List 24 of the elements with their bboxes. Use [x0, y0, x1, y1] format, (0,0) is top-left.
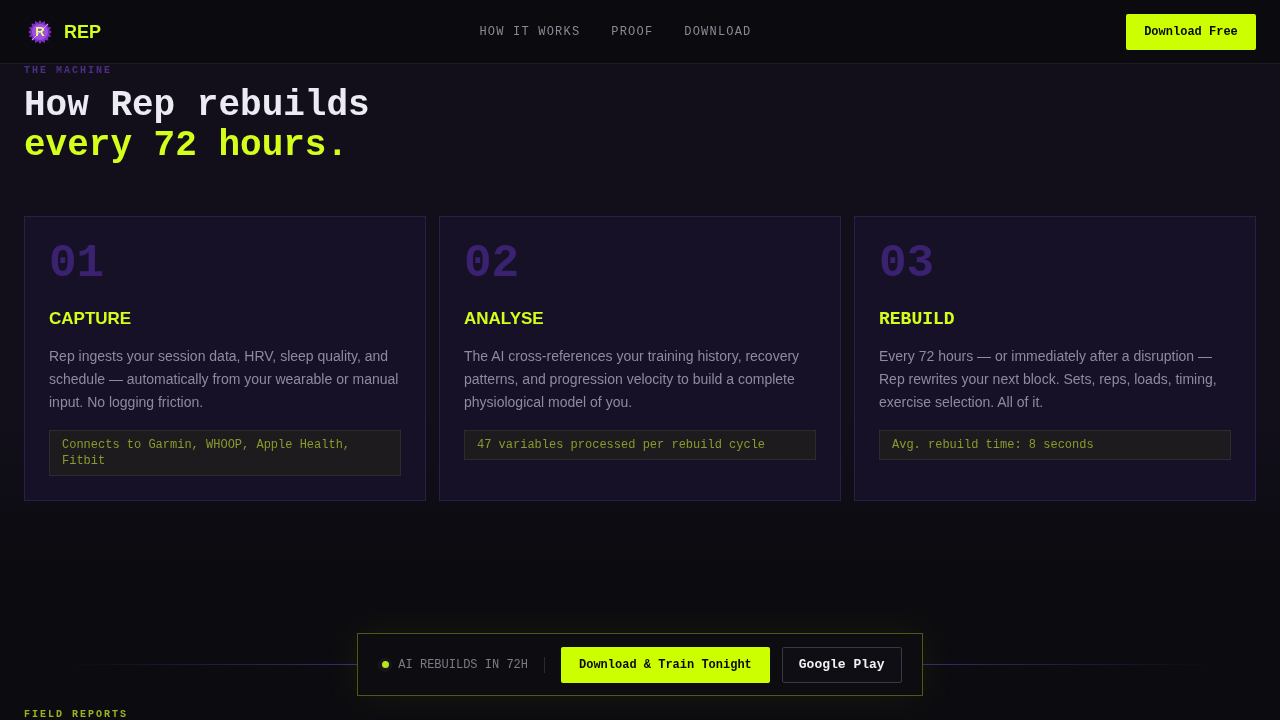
- step-number: 02: [464, 241, 520, 287]
- nav-link[interactable]: DOWNLOAD: [684, 22, 752, 41]
- step-title: REBUILD: [879, 308, 955, 331]
- step-description: The AI cross-references your training history, recovery patterns, and progression velocity to build a complete physiological model of you.: [464, 347, 801, 412]
- step-title: CAPTURE: [49, 308, 132, 330]
- download-train-button[interactable]: Download & Train Tonight: [561, 646, 770, 683]
- logo-icon: R: [28, 19, 52, 44]
- nav-link[interactable]: HOW IT WORKS: [479, 22, 581, 41]
- step-number: 01: [49, 241, 105, 287]
- brand-name[interactable]: REP: [64, 22, 101, 41]
- step-note: Connects to Garmin, WHOOP, Apple Health, Fitbit: [49, 430, 401, 476]
- google-play-button[interactable]: Google Play: [781, 646, 902, 683]
- step-description: Rep ingests your session data, HRV, sleep quality, and schedule — automatically from your wearable or manual input. No logging friction.: [49, 347, 400, 412]
- download-free-button[interactable]: Download Free: [1126, 13, 1256, 50]
- section-eyebrow: FIELD REPORTS: [24, 710, 128, 720]
- step-title: ANALYSE: [464, 308, 544, 330]
- status-label: AI REBUILDS IN 72H: [398, 656, 528, 674]
- step-note: Avg. rebuild time: 8 seconds: [879, 430, 1231, 460]
- step-number: 03: [879, 241, 935, 287]
- step-note: 47 variables processed per rebuild cycle: [464, 430, 816, 460]
- section-eyebrow: THE MACHINE: [24, 66, 112, 76]
- section-heading: How Rep rebuilds every 72 hours.: [24, 86, 370, 166]
- step-description: Every 72 hours — or immediately after a disruption — Rep rewrites your next block. Sets, reps, loads, timing, exercise selection. All of it.: [879, 347, 1218, 412]
- nav-link[interactable]: PROOF: [611, 22, 654, 41]
